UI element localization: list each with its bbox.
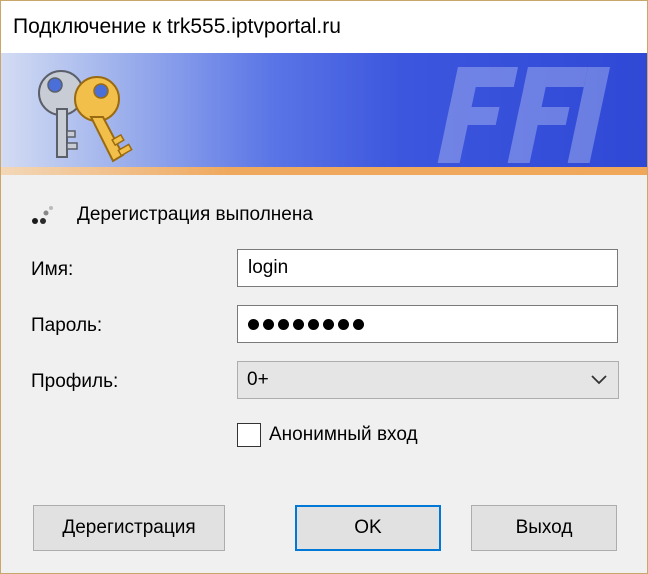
exit-button[interactable]: Выход xyxy=(471,505,617,551)
name-label: Имя: xyxy=(31,259,74,280)
deregister-button[interactable]: Дерегистрация xyxy=(33,505,225,551)
window-title: Подключение к trk555.iptvportal.ru xyxy=(13,15,341,38)
password-mask-dot xyxy=(353,318,364,330)
profile-select-value: 0+ xyxy=(247,369,269,390)
title-bar[interactable]: Подключение к trk555.iptvportal.ru xyxy=(1,1,647,53)
header-banner xyxy=(1,53,647,175)
anonymous-login-label[interactable]: Анонимный вход xyxy=(269,424,418,446)
name-input-value: login xyxy=(248,257,289,278)
password-label: Пароль: xyxy=(31,315,103,336)
password-mask-dot xyxy=(278,318,289,330)
password-mask-dot xyxy=(263,318,274,330)
profile-select[interactable]: 0+ xyxy=(237,361,619,399)
password-mask-dot xyxy=(308,318,319,330)
watermark-logo-graphic xyxy=(437,67,611,163)
password-mask-dot xyxy=(338,318,349,330)
password-mask-dot xyxy=(248,318,259,330)
password-mask-dot xyxy=(323,318,334,330)
name-input[interactable]: login xyxy=(237,249,618,287)
status-row: Дерегистрация выполнена xyxy=(31,203,313,227)
ok-button[interactable]: OK xyxy=(295,505,441,551)
password-input[interactable] xyxy=(237,305,618,343)
keys-icon xyxy=(38,70,133,163)
profile-label: Профиль: xyxy=(31,371,119,392)
anonymous-login-checkbox[interactable] xyxy=(237,423,261,447)
banner-accent-stripe xyxy=(1,167,647,175)
login-dialog-window: Подключение к trk555.iptvportal.ru Дерег… xyxy=(0,0,648,574)
chevron-down-icon xyxy=(591,375,607,385)
anonymous-login-row[interactable]: Анонимный вход xyxy=(237,421,418,449)
connection-status-icon xyxy=(32,206,53,224)
password-mask xyxy=(248,306,617,342)
status-text: Дерегистрация выполнена xyxy=(77,204,313,225)
dialog-content: Дерегистрация выполнена Имя: login Парол… xyxy=(1,175,647,573)
password-mask-dot xyxy=(293,318,304,330)
